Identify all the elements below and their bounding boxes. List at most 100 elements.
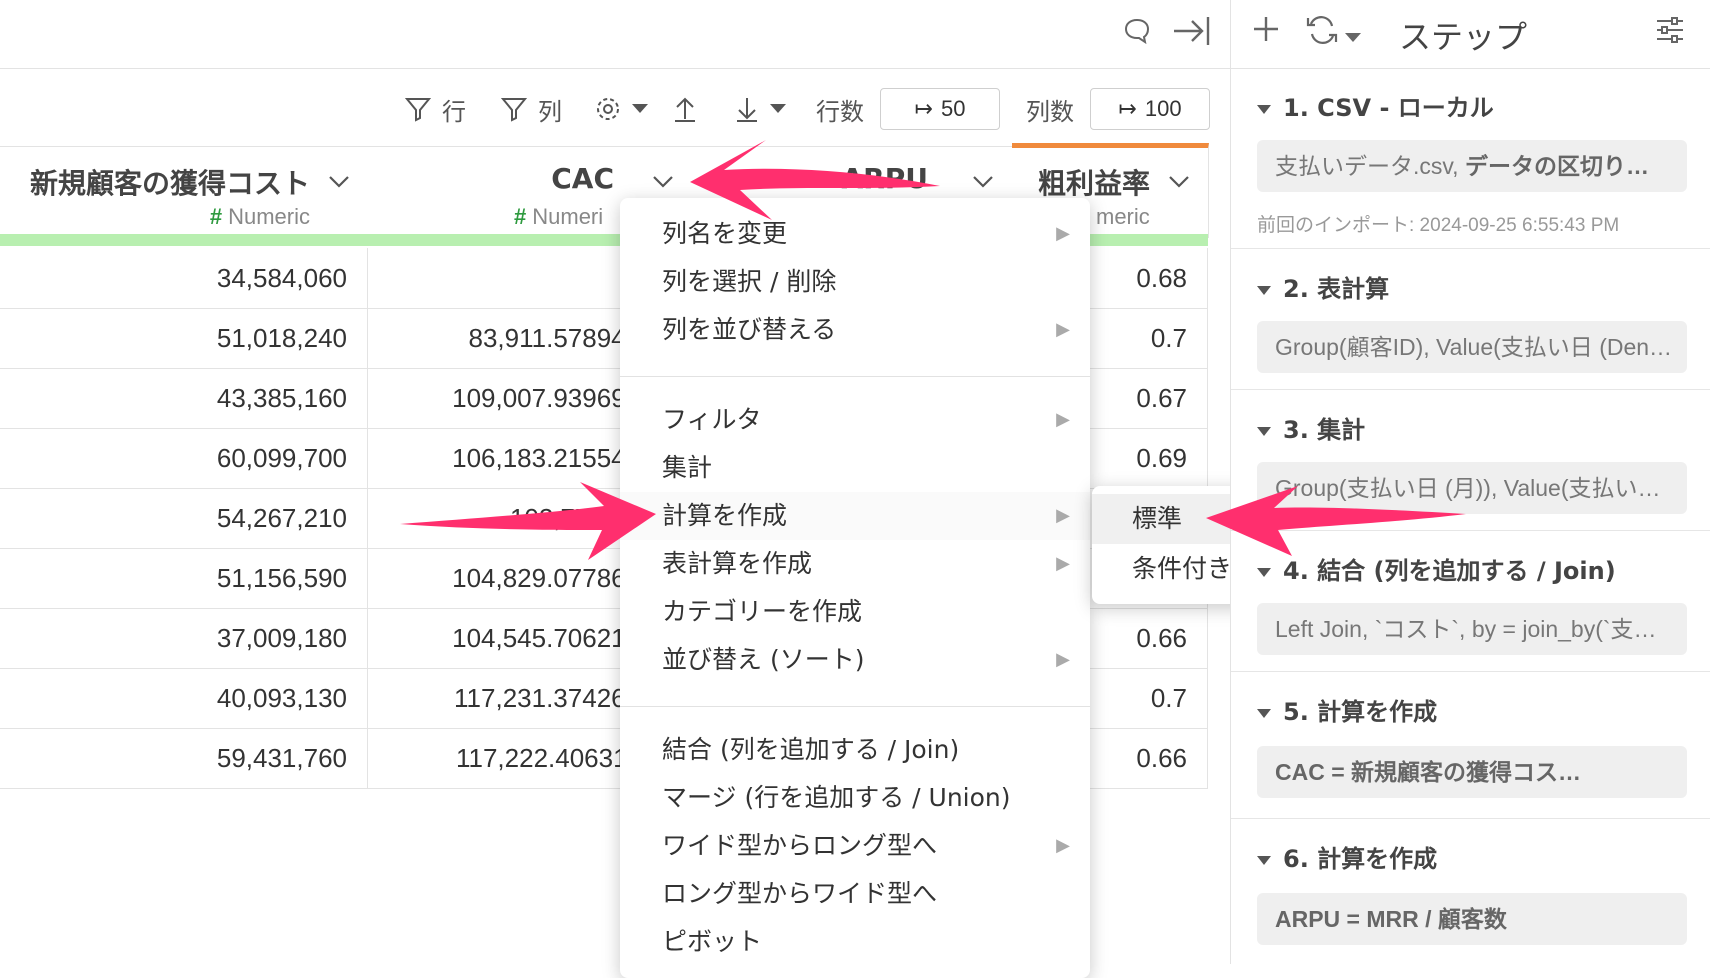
step-item[interactable]: 4. 結合 (列を追加する / Join) Left Join, `コスト`, …	[1231, 531, 1710, 672]
step-item[interactable]: 2. 表計算 Group(顧客ID), Value(支払い日 (Den…	[1231, 249, 1710, 390]
step-title: 6. 計算を作成	[1257, 839, 1437, 874]
cols-count-input[interactable]: ↦ 100	[1090, 88, 1210, 130]
filter-icon	[404, 98, 432, 122]
steps-panel-header: ステップ	[1231, 0, 1710, 69]
comment-icon[interactable]	[1122, 16, 1152, 50]
cell-acquisition-cost[interactable]: 34,584,060	[0, 248, 368, 308]
caret-down-icon	[1257, 104, 1271, 114]
settings-dropdown[interactable]	[594, 93, 648, 125]
arrow-right-bar-icon: ↦	[1118, 96, 1137, 121]
step-title: 5. 計算を作成	[1257, 692, 1437, 727]
cell-acquisition-cost[interactable]: 43,385,160	[0, 368, 368, 428]
upload-icon	[675, 97, 695, 122]
chevron-right-icon: ▶	[1056, 319, 1070, 340]
top-toolbar	[0, 0, 1230, 69]
chevron-down-icon[interactable]	[1168, 174, 1190, 193]
menu-item-pivot[interactable]: ピボット	[620, 918, 1090, 966]
upload-button[interactable]	[672, 93, 698, 125]
column-filter-button[interactable]: 列	[500, 93, 562, 126]
menu-item-join[interactable]: 結合 (列を追加する / Join)	[620, 726, 1090, 774]
cols-count-label: 列数	[1026, 97, 1074, 126]
step-title: 1. CSV - ローカル	[1257, 88, 1494, 123]
collapse-panel-icon[interactable]	[1172, 14, 1212, 52]
menu-divider	[620, 376, 1090, 377]
chevron-right-icon: ▶	[1056, 505, 1070, 526]
rows-count-input[interactable]: ↦ 50	[880, 88, 1000, 130]
step-summary: ARPU = MRR / 顧客数	[1257, 893, 1687, 945]
step-summary: Group(支払い日 (月)), Value(支払い…	[1257, 462, 1687, 514]
menu-item-reorder-columns[interactable]: 列を並び替える ▶	[620, 306, 1090, 354]
chevron-down-icon[interactable]	[652, 174, 674, 193]
column-type: meric	[1096, 204, 1150, 229]
column-header-acquisition-cost[interactable]: 新規顧客の獲得コスト # Numeric	[0, 148, 369, 238]
cell-acquisition-cost[interactable]: 37,009,180	[0, 608, 368, 668]
column-name: ARPU	[841, 162, 929, 195]
menu-item-create-category[interactable]: カテゴリーを作成	[620, 588, 1090, 636]
caret-down-icon	[1257, 426, 1271, 436]
step-summary: CAC = 新規顧客の獲得コス…	[1257, 746, 1687, 798]
sliders-icon[interactable]	[1655, 16, 1685, 48]
step-meta: 前回のインポート: 2024-09-25 6:55:43 PM	[1257, 215, 1620, 236]
caret-down-icon	[1257, 708, 1271, 718]
menu-divider	[620, 706, 1090, 707]
download-dropdown[interactable]	[734, 93, 786, 125]
plus-icon[interactable]	[1251, 14, 1281, 48]
chevron-down-icon[interactable]	[972, 174, 994, 193]
gear-icon	[597, 98, 619, 120]
chevron-right-icon: ▶	[1056, 649, 1070, 670]
step-summary: Group(顧客ID), Value(支払い日 (Den…	[1257, 321, 1687, 373]
step-title: 2. 表計算	[1257, 269, 1389, 304]
steps-panel-title: ステップ	[1399, 18, 1528, 56]
step-title: 4. 結合 (列を追加する / Join)	[1257, 551, 1616, 586]
step-title: 3. 集計	[1257, 410, 1365, 445]
row-filter-button[interactable]: 行	[404, 93, 466, 126]
column-name: 粗利益率	[1038, 167, 1151, 200]
refresh-icon[interactable]	[1305, 14, 1339, 50]
row-filter-label: 行	[442, 97, 466, 126]
column-context-menu: 列名を変更 ▶ 列を選択 / 削除 列を並び替える ▶ フィルタ ▶ 集計 計算を作成…	[620, 198, 1090, 978]
menu-item-sort[interactable]: 並び替え (ソート) ▶	[620, 636, 1090, 684]
caret-down-icon	[632, 104, 648, 113]
chevron-right-icon: ▶	[1056, 409, 1070, 430]
column-name: CAC	[551, 162, 614, 195]
step-item[interactable]: 5. 計算を作成 CAC = 新規顧客の獲得コス…	[1231, 672, 1710, 819]
caret-down-icon[interactable]	[1345, 28, 1361, 47]
cell-acquisition-cost[interactable]: 51,156,590	[0, 548, 368, 608]
cell-acquisition-cost[interactable]: 40,093,130	[0, 668, 368, 728]
step-item[interactable]: 1. CSV - ローカル 支払いデータ.csv, データの区切り… 前回のイン…	[1231, 68, 1710, 249]
chevron-down-icon[interactable]	[328, 174, 350, 193]
menu-item-long-to-wide[interactable]: ロング型からワイド型へ	[620, 870, 1090, 918]
cell-acquisition-cost[interactable]: 54,267,210	[0, 488, 368, 548]
step-item[interactable]: 6. 計算を作成 ARPU = MRR / 顧客数	[1231, 819, 1710, 965]
step-summary: 支払いデータ.csv, データの区切り…	[1257, 140, 1687, 192]
chevron-right-icon: ▶	[1056, 223, 1070, 244]
filter-icon	[500, 98, 528, 122]
step-summary: Left Join, `コスト`, by = join_by(`支…	[1257, 603, 1687, 655]
cols-count-value: 100	[1144, 96, 1182, 121]
caret-down-icon	[1257, 567, 1271, 577]
cell-acquisition-cost[interactable]: 59,431,760	[0, 728, 368, 788]
menu-item-union[interactable]: マージ (行を追加する / Union)	[620, 774, 1090, 822]
cell-acquisition-cost[interactable]: 60,099,700	[0, 428, 368, 488]
caret-down-icon	[1257, 855, 1271, 865]
menu-item-create-calculation[interactable]: 計算を作成 ▶	[620, 492, 1090, 540]
menu-item-aggregate[interactable]: 集計	[620, 444, 1090, 492]
steps-panel: ステップ 1. CSV - ローカル 支払いデータ.csv, データの区切り… …	[1230, 0, 1710, 964]
caret-down-icon	[1257, 285, 1271, 295]
menu-item-create-window-calc[interactable]: 表計算を作成 ▶	[620, 540, 1090, 588]
column-name: 新規顧客の獲得コスト	[30, 167, 311, 200]
cell-acquisition-cost[interactable]: 51,018,240	[0, 308, 368, 368]
menu-item-rename-column[interactable]: 列名を変更 ▶	[620, 210, 1090, 258]
chevron-right-icon: ▶	[1056, 553, 1070, 574]
menu-item-select-delete-column[interactable]: 列を選択 / 削除	[620, 258, 1090, 306]
download-icon	[737, 98, 757, 122]
menu-item-filter[interactable]: フィルタ ▶	[620, 396, 1090, 444]
rows-count-label: 行数	[816, 97, 864, 126]
caret-down-icon	[770, 104, 786, 113]
column-filter-label: 列	[538, 97, 562, 126]
rows-count-value: 50	[940, 96, 966, 121]
arrow-right-bar-icon: ↦	[914, 96, 933, 121]
menu-item-wide-to-long[interactable]: ワイド型からロング型へ ▶	[620, 822, 1090, 870]
step-item[interactable]: 3. 集計 Group(支払い日 (月)), Value(支払い…	[1231, 390, 1710, 531]
column-type: # Numeric	[209, 204, 310, 229]
